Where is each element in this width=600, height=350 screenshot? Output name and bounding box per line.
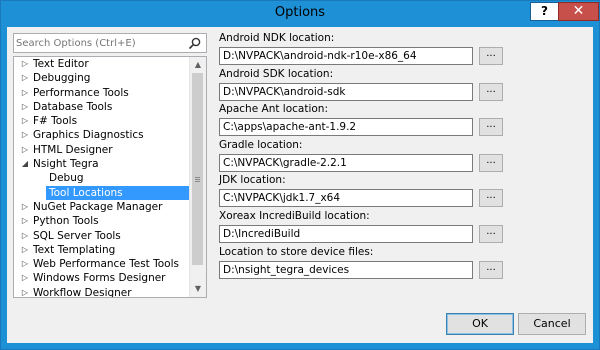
help-button[interactable]: ? (530, 2, 559, 21)
expand-arrow-icon[interactable]: ▷ (20, 257, 30, 271)
tree-item-label: HTML Designer (33, 143, 113, 156)
field-label: Location to store device files: (219, 245, 374, 258)
scrollbar-thumb[interactable] (192, 73, 203, 265)
tree-item-label: NuGet Package Manager (33, 200, 163, 213)
tree-item-label: Debugging (33, 72, 91, 85)
expand-arrow-icon[interactable]: ▷ (20, 128, 30, 142)
tree-item-label: Windows Forms Designer (33, 272, 166, 285)
tree-item-label: Python Tools (33, 215, 99, 228)
tree-item[interactable]: ▷ Web Performance Test Tools (14, 257, 190, 271)
tree-item-label: Graphics Diagnostics (33, 129, 144, 142)
tree-item[interactable]: ▷ Windows Forms Designer (14, 271, 190, 285)
expand-arrow-icon[interactable]: ▷ (20, 71, 30, 85)
tree-list: ▷ Text Editor ▷ Debugging ▷ Performance Tools… (14, 57, 190, 298)
browse-button[interactable]: ... (479, 260, 503, 279)
tree-item-label: Performance Tools (33, 86, 129, 99)
tree-item[interactable]: ▷ SQL Server Tools (14, 229, 190, 243)
field-label: Android NDK location: (219, 32, 335, 44)
tree-item[interactable]: Debug (14, 171, 190, 185)
scroll-down-arrow-icon[interactable]: ▼ (190, 281, 206, 297)
tree-scrollbar[interactable]: ▲ ▼ (189, 57, 206, 297)
expand-arrow-icon[interactable]: ▷ (20, 114, 30, 128)
tree-item[interactable]: ▷ Database Tools (14, 100, 190, 114)
tree-item-label: Workflow Designer (33, 286, 132, 298)
tree-item[interactable]: ▷ Performance Tools (14, 86, 190, 100)
tree-item-label: Debug (49, 172, 84, 185)
title-bar[interactable]: Options ? ✕ (1, 1, 599, 27)
tree-item-label: Text Editor (33, 58, 89, 70)
field-label: JDK location: (219, 174, 286, 187)
expand-arrow-icon[interactable]: ▷ (20, 100, 30, 114)
expand-arrow-icon[interactable]: ▷ (20, 243, 30, 257)
tree-item[interactable]: ▷ F# Tools (14, 114, 190, 128)
path-input[interactable]: C:\apps\apache-ant-1.9.2 (219, 118, 473, 137)
path-input[interactable]: D:\NVPACK\android-sdk (219, 82, 473, 101)
browse-button[interactable]: ... (479, 47, 503, 65)
field-label: Xoreax IncrediBuild location: (219, 210, 370, 222)
options-dialog: Options ? ✕ ▷Text Editor▷Debugging▷Perfo… (0, 0, 600, 350)
expand-arrow-icon[interactable]: ▷ (20, 214, 30, 228)
close-button[interactable]: ✕ (558, 2, 599, 21)
tree-item[interactable]: ▷ HTML Designer (14, 143, 190, 157)
path-input[interactable]: D:\nsight_tegra_devices (219, 260, 473, 279)
tree-item[interactable]: ▷ NuGet Package Manager (14, 200, 190, 214)
tree-item-label: F# Tools (33, 115, 78, 128)
collapse-arrow-icon[interactable]: ◢ (20, 157, 30, 171)
browse-button[interactable]: ... (479, 82, 503, 101)
tree-item-label: Web Performance Test Tools (33, 258, 179, 271)
cancel-button[interactable]: Cancel (518, 313, 586, 335)
expand-arrow-icon[interactable]: ▷ (20, 271, 30, 285)
grip-icon (195, 177, 200, 178)
tree-item[interactable]: ▷ Graphics Diagnostics (14, 128, 190, 142)
expand-arrow-icon[interactable]: ▷ (20, 286, 30, 297)
tree-item[interactable]: ▷ Text Templating (14, 243, 190, 257)
expand-arrow-icon[interactable]: ▷ (20, 86, 30, 100)
path-input[interactable]: D:\IncrediBuild (219, 225, 473, 243)
path-input[interactable]: C:\NVPACK\jdk1.7_x64 (219, 189, 473, 208)
expand-arrow-icon[interactable]: ▷ (20, 229, 30, 243)
path-input[interactable]: C:\NVPACK\gradle-2.2.1 (219, 153, 473, 172)
search-box[interactable] (13, 33, 207, 53)
browse-button[interactable]: ... (479, 225, 503, 243)
expand-arrow-icon[interactable]: ▷ (20, 57, 30, 71)
search-input[interactable] (16, 36, 176, 50)
options-tree[interactable]: ▷ Text Editor ▷ Debugging ▷ Performance Tools… (13, 56, 207, 298)
browse-button[interactable]: ... (479, 118, 503, 137)
field-label: Android SDK location: (219, 67, 334, 80)
ok-button[interactable]: OK (446, 313, 514, 335)
scroll-up-arrow-icon[interactable]: ▲ (190, 57, 206, 73)
expand-arrow-icon[interactable]: ▷ (20, 200, 30, 214)
window-title: Options (274, 5, 326, 20)
tree-item-label: Tool Locations (49, 186, 123, 199)
dialog-client-area: ▷Text Editor▷Debugging▷Performance Tools… (7, 27, 593, 343)
tree-item[interactable]: ▷ Debugging (14, 71, 190, 85)
field-label: Gradle location: (219, 138, 303, 151)
tree-item[interactable]: Tool Locations (46, 185, 190, 200)
search-icon[interactable] (188, 36, 202, 50)
tree-item-label: Text Templating (33, 243, 116, 256)
expand-arrow-icon[interactable]: ▷ (20, 143, 30, 157)
path-input[interactable]: D:\NVPACK\android-ndk-r10e-x86_64 (219, 47, 473, 65)
tree-item[interactable]: ▷ Python Tools (14, 214, 190, 228)
tree-item-label: Nsight Tegra (33, 158, 99, 171)
tree-item[interactable]: ▷ Text Editor (14, 57, 190, 71)
tree-item[interactable]: ◢ Nsight Tegra (14, 157, 190, 171)
browse-button[interactable]: ... (479, 153, 503, 172)
field-label: Apache Ant location: (219, 103, 328, 116)
browse-button[interactable]: ... (479, 189, 503, 208)
tree-item[interactable]: ▷ Workflow Designer (14, 286, 190, 298)
tree-item-label: Database Tools (33, 100, 113, 113)
tree-item-label: SQL Server Tools (33, 229, 121, 242)
